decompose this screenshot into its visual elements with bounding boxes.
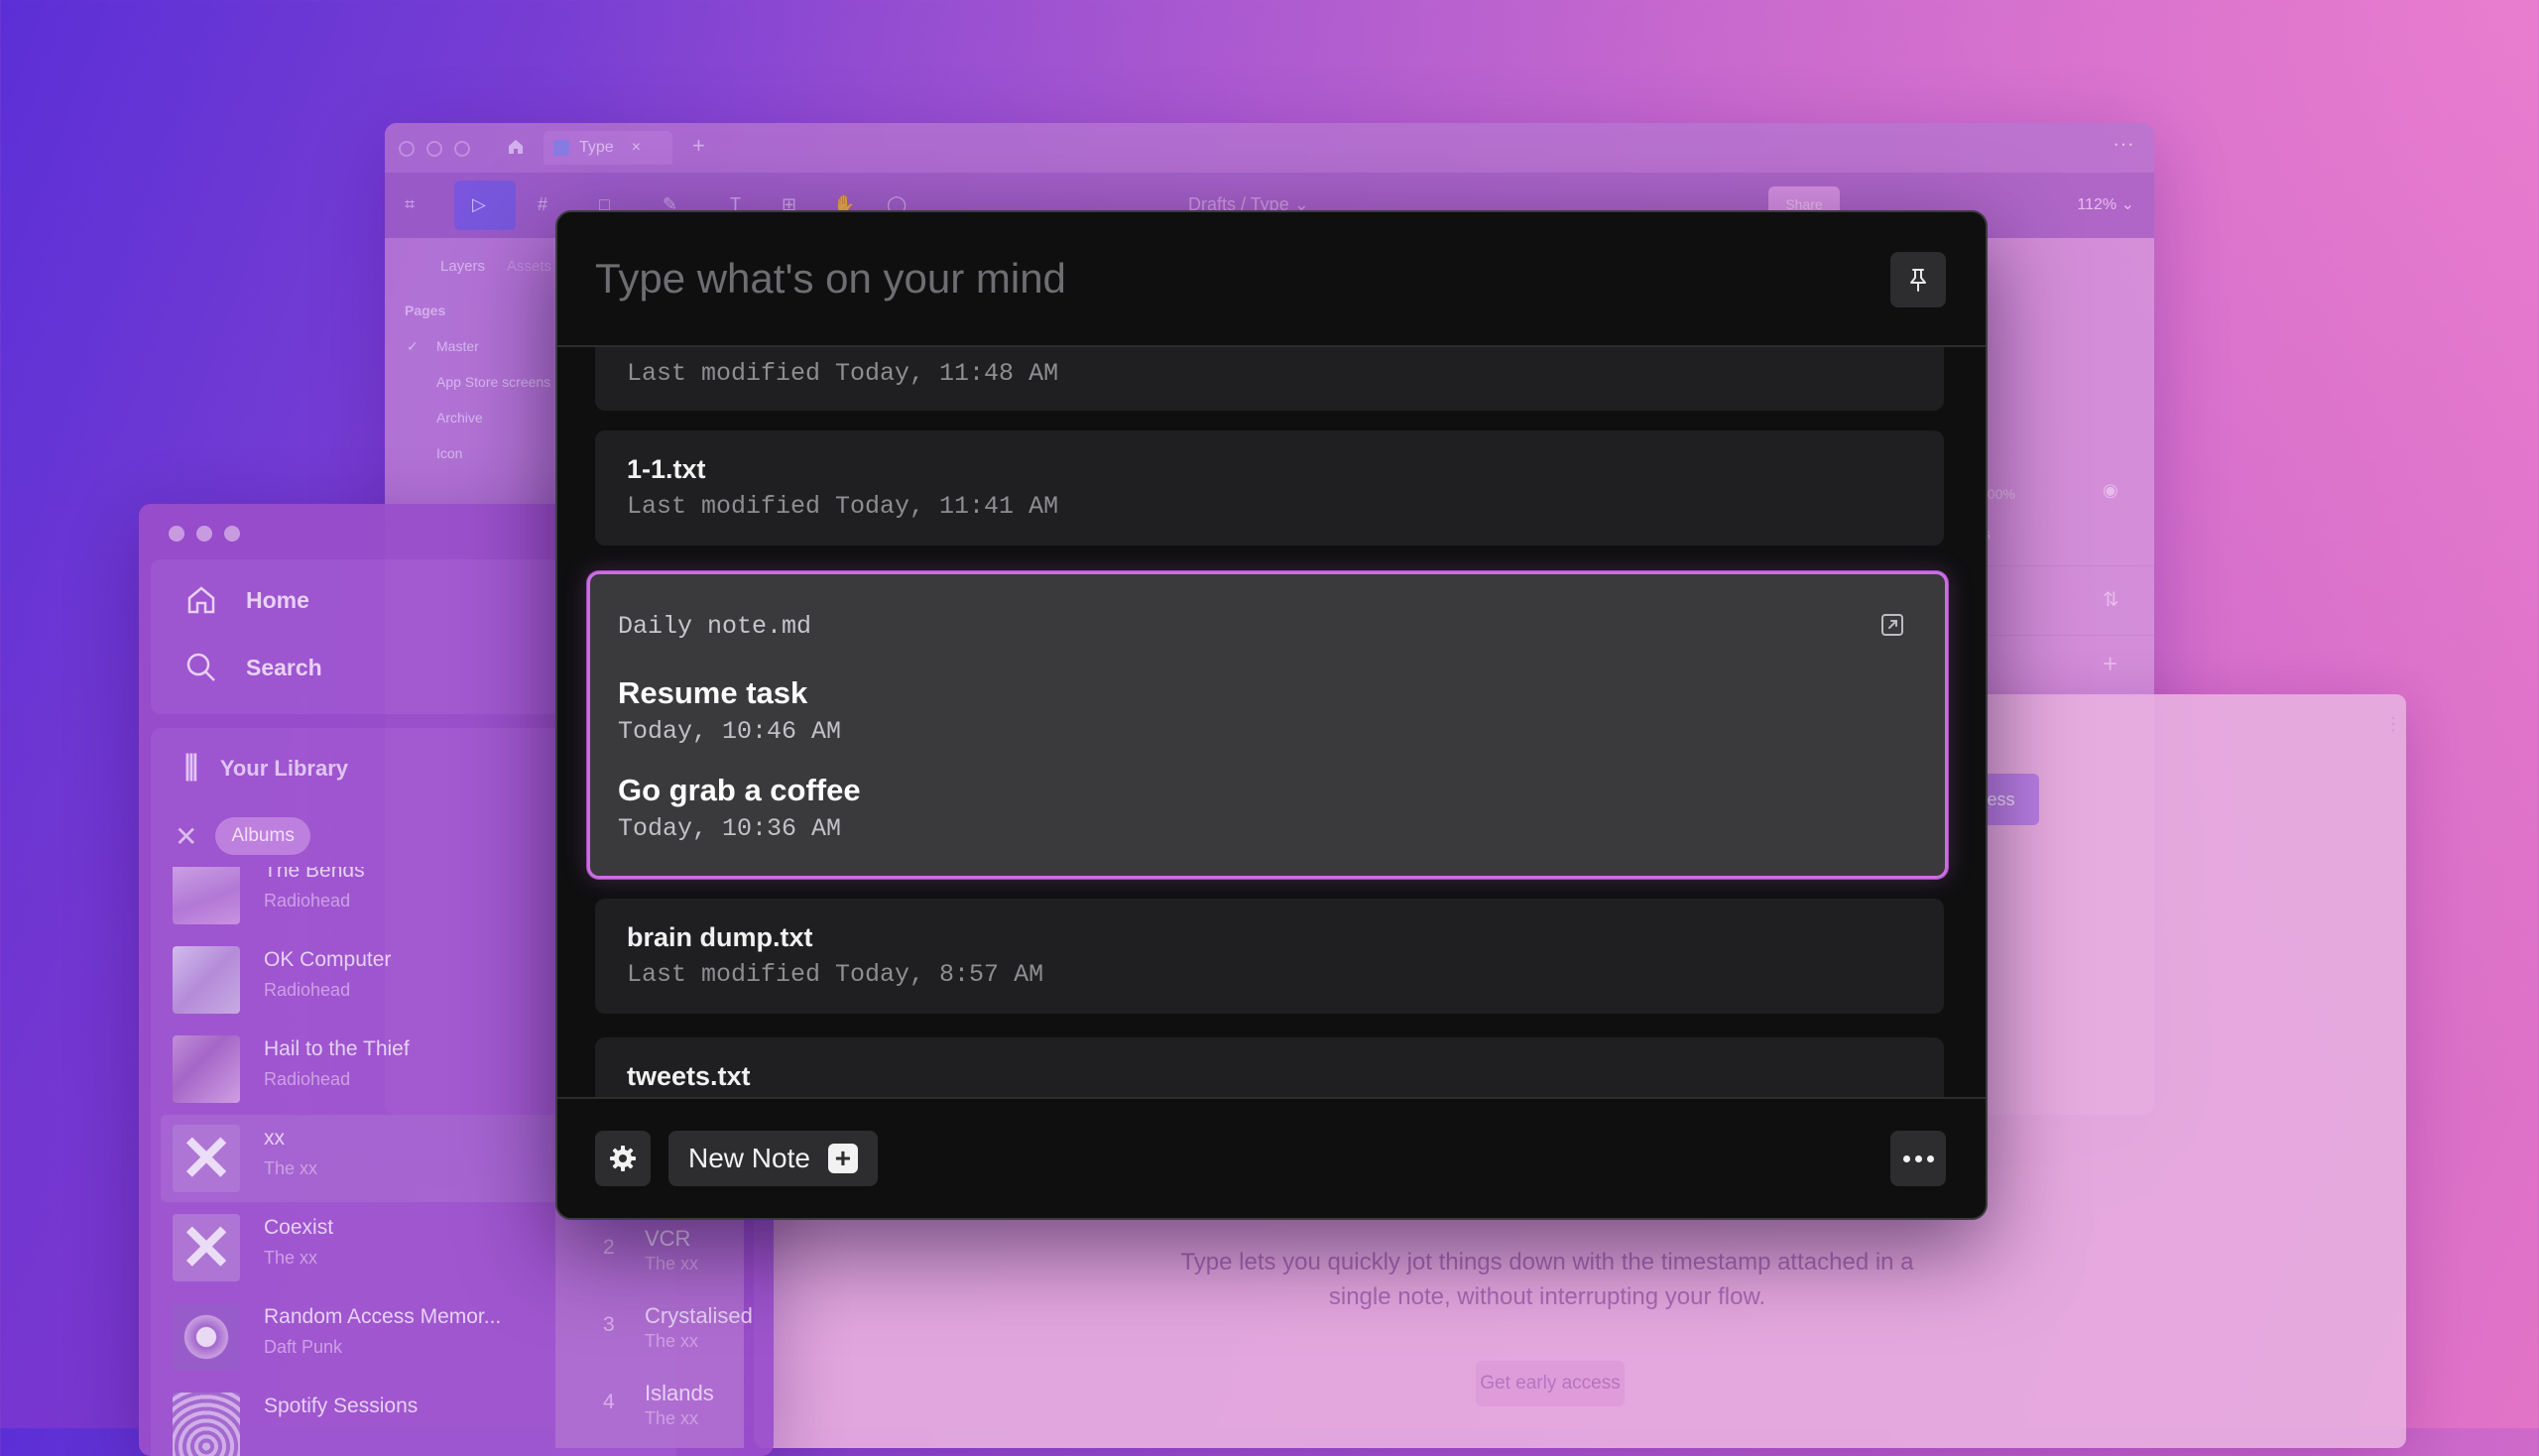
new-note-button[interactable]: New Note + [668,1131,878,1186]
active-note-filename: Daily note.md [618,612,812,641]
page-item[interactable]: App Store screens [385,354,553,390]
close-icon[interactable]: × [632,139,641,157]
pin-icon [1910,269,1926,292]
add-icon[interactable]: + [2103,649,2117,679]
tab-type[interactable]: Type × [544,131,672,165]
note-modified: Last modified Today, 11:48 AM [627,359,1059,388]
note-card[interactable]: brain dump.txt Last modified Today, 8:57… [595,899,1944,1014]
cursor-icon: ▷ [472,194,486,214]
frame-icon[interactable]: # [538,194,559,216]
page-item[interactable]: ✓ Master [385,318,553,354]
library-header[interactable]: ⫼ Your Library [184,752,348,786]
note-card[interactable]: Last modified Today, 11:48 AM [595,347,1944,411]
page-item[interactable]: Archive [385,390,553,425]
filter-chip-albums[interactable]: Albums [215,817,310,855]
entry-timestamp: Today, 10:46 AM [618,717,842,746]
get-early-access-button[interactable]: Get early access [1476,1361,1625,1406]
add-tab-button[interactable]: + [692,133,705,159]
album-art [173,1393,240,1456]
album-art: ✕ [173,1212,240,1283]
nav-home-label: Home [246,586,309,613]
drag-handle-icon: ⋮ [2384,714,2402,734]
adjust-icon[interactable]: ⇅ [2103,587,2119,612]
track-row[interactable]: 2 VCR The xx [555,1222,744,1281]
nav-home[interactable]: Home [184,583,309,617]
note-title: brain dump.txt [627,922,813,952]
track-row[interactable]: 3 Crystalised The xx [555,1299,753,1359]
more-options-button[interactable] [1890,1131,1946,1186]
note-title: 1-1.txt [627,454,706,484]
clear-filter-icon[interactable]: ✕ [175,820,197,853]
entry-title: Resume task [618,675,808,710]
panel-header [557,212,1986,347]
track-row[interactable]: 4 Islands The xx [555,1377,744,1436]
note-modified: Last modified Today, 8:57 AM [627,960,1044,989]
gear-icon [610,1146,636,1171]
window-controls[interactable] [169,526,240,542]
entry-title: Go grab a coffee [618,773,861,807]
notes-list: Last modified Today, 11:48 AM 1-1.txt La… [557,347,1986,1218]
home-icon[interactable] [506,137,526,157]
layers-tabs: Layers Assets [385,238,553,275]
tab-assets[interactable]: Assets [507,258,551,275]
panel-footer: New Note + [557,1097,1986,1218]
nav-search[interactable]: Search [184,651,322,684]
figma-menu-icon[interactable]: ⌗ [405,194,426,216]
active-note-card[interactable]: Daily note.md Resume task Today, 10:46 A… [587,571,1948,879]
library-title: Your Library [219,756,348,781]
search-icon [186,653,215,681]
note-modified: Last modified Today, 11:41 AM [627,492,1059,521]
settings-button[interactable] [595,1131,651,1186]
type-panel: Last modified Today, 11:48 AM 1-1.txt La… [555,210,1988,1220]
library-filter: ✕ Albums [175,817,310,855]
landing-description: Type lets you quickly jot things down wi… [1180,1249,1914,1310]
pages-heading: Pages [405,303,446,318]
zoom-level[interactable]: 112% ⌄ [2077,194,2134,214]
eye-icon[interactable]: ◉ [2103,480,2118,501]
album-art: ✕ [173,1123,240,1194]
note-input[interactable] [593,248,1827,309]
plus-icon: + [827,1144,858,1173]
note-card[interactable]: 1-1.txt Last modified Today, 11:41 AM [595,430,1944,546]
pin-button[interactable] [1890,252,1946,307]
library-icon: ⫼ [184,752,198,785]
figma-titlebar: Type × + ··· [385,123,2154,173]
album-art [173,1303,240,1371]
open-external-icon[interactable] [1879,612,1905,638]
check-icon: ✓ [407,338,419,354]
album-art [173,946,240,1014]
window-controls[interactable] [399,141,470,157]
more-icon[interactable]: ··· [2113,131,2134,157]
album-art [173,1035,240,1103]
nav-search-label: Search [246,654,322,680]
page-item[interactable]: Icon [385,425,553,461]
tab-label: Type [579,139,614,156]
entry-timestamp: Today, 10:36 AM [618,814,842,843]
new-note-label: New Note [688,1143,810,1173]
note-title: tweets.txt [627,1061,751,1091]
file-icon [553,140,569,156]
home-icon [187,586,215,614]
tab-layers[interactable]: Layers [440,258,485,275]
album-art [173,867,240,924]
